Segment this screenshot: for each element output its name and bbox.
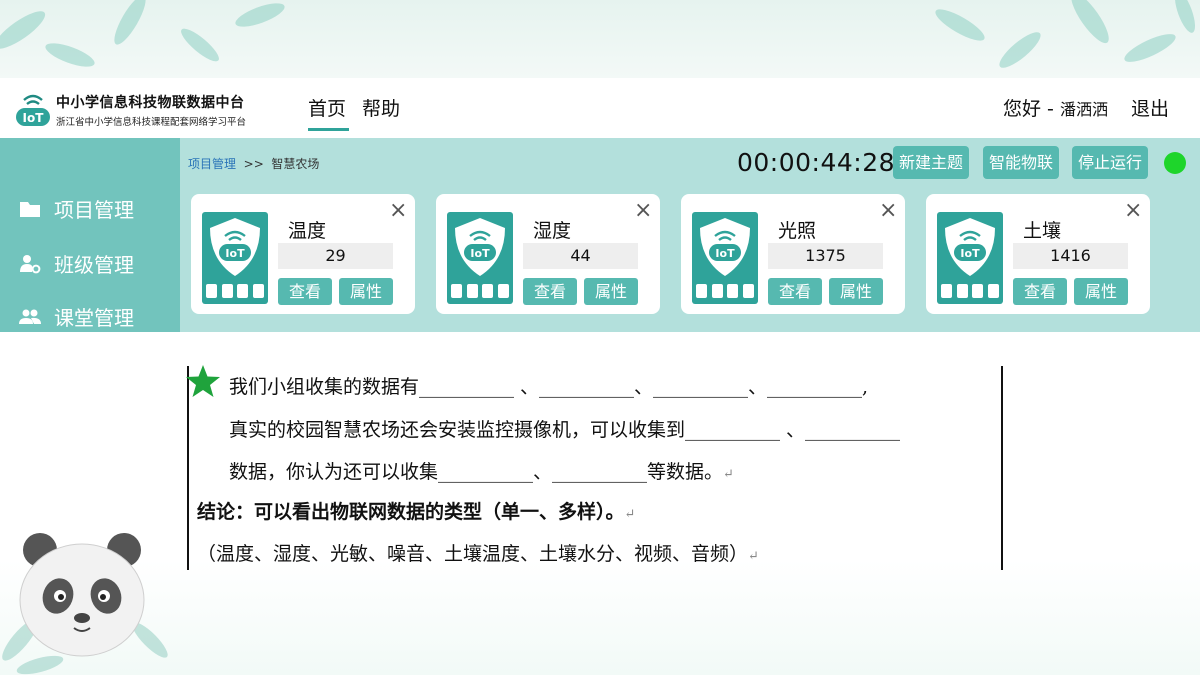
sidebar-item-classes[interactable]: 班级管理 — [18, 249, 134, 278]
svg-text:IoT: IoT — [715, 247, 735, 260]
view-button[interactable]: 查看 — [523, 278, 577, 305]
top-header: IoT 中小学信息科技物联数据中台 浙江省中小学信息科技课程配套网络学习平台 首… — [0, 78, 1200, 138]
iot-shield-icon: IoT — [455, 218, 505, 276]
worksheet-data-list: （温度、湿度、光敏、噪音、土壤温度、土壤水分、视频、音频）↵ — [197, 539, 759, 566]
leaves-decoration-icon — [0, 0, 1195, 68]
sidebar-item-label: 班级管理 — [54, 253, 134, 277]
sensor-value: 1375 — [768, 243, 883, 269]
worksheet-line-3-text: 数据，你认为还可以收集__________、__________等数据。 — [229, 461, 724, 483]
conclusion-text: 结论：可以看出物联网数据的类型（单一、多样）。 — [197, 501, 625, 523]
sensor-type-icons — [941, 284, 999, 300]
platform-subtitle: 浙江省中小学信息科技课程配套网络学习平台 — [56, 117, 247, 128]
close-icon[interactable]: × — [389, 198, 407, 223]
project-panel: 项目管理 >> 智慧农场 00:00:44:28 新建主题 智能物联 停止运行 … — [180, 138, 1200, 332]
iot-shield-icon: IoT — [945, 218, 995, 276]
sensor-device-icon: IoT — [202, 212, 268, 304]
close-icon[interactable]: × — [634, 198, 652, 223]
properties-button[interactable]: 属性 — [829, 278, 883, 305]
panda-illustration-icon — [2, 533, 168, 675]
iot-logo-icon: IoT — [16, 94, 50, 126]
running-status-indicator — [1164, 152, 1186, 174]
sensor-value: 29 — [278, 243, 393, 269]
smart-iot-button[interactable]: 智能物联 — [983, 146, 1060, 179]
worksheet-conclusion: 结论：可以看出物联网数据的类型（单一、多样）。↵ — [197, 497, 635, 524]
view-button[interactable]: 查看 — [1013, 278, 1067, 305]
sidebar-item-label: 课堂管理 — [54, 306, 134, 330]
sensor-type-icons — [206, 284, 264, 300]
worksheet-line-3: 数据，你认为还可以收集__________、__________等数据。↵ — [229, 457, 734, 484]
platform-title: 中小学信息科技物联数据中台 — [56, 95, 245, 111]
sensor-device-icon: IoT — [692, 212, 758, 304]
worksheet-line-2: 真实的校园智慧农场还会安装监控摄像机，可以收集到__________ 、____… — [229, 419, 901, 441]
breadcrumb-current: 智慧农场 — [271, 157, 320, 171]
user-name: 潘洒洒 — [1059, 100, 1108, 119]
greeting-text: 您好 - — [1003, 98, 1054, 120]
bottom-decoration — [0, 560, 1200, 675]
sidebar-item-projects[interactable]: 项目管理 — [18, 194, 134, 223]
close-icon[interactable]: × — [1124, 198, 1142, 223]
paragraph-mark: ↵ — [723, 467, 734, 482]
close-icon[interactable]: × — [879, 198, 897, 223]
star-icon — [186, 365, 220, 397]
logout-link[interactable]: 退出 — [1131, 94, 1169, 121]
sensor-name: 土壤 — [1023, 220, 1062, 242]
sensor-value: 44 — [523, 243, 638, 269]
svg-text:IoT: IoT — [470, 247, 490, 260]
users-icon — [19, 309, 41, 324]
sensor-card-temperature: IoT 温度 × 29 查看 属性 — [191, 194, 415, 314]
sidebar-item-classroom[interactable]: 课堂管理 — [18, 302, 134, 331]
sensor-card-light: IoT 光照 × 1375 查看 属性 — [681, 194, 905, 314]
elapsed-timer: 00:00:44:28 — [737, 148, 896, 177]
worksheet-document: 我们小组收集的数据有__________ 、__________、_______… — [186, 365, 1003, 570]
breadcrumb: 项目管理 >> 智慧农场 — [188, 155, 319, 172]
sensor-card-soil: IoT 土壤 × 1416 查看 属性 — [926, 194, 1150, 314]
sensor-name: 光照 — [778, 220, 817, 242]
properties-button[interactable]: 属性 — [339, 278, 393, 305]
view-button[interactable]: 查看 — [768, 278, 822, 305]
properties-button[interactable]: 属性 — [584, 278, 638, 305]
sensor-type-icons — [696, 284, 754, 300]
stop-running-button[interactable]: 停止运行 — [1072, 146, 1149, 179]
svg-text:IoT: IoT — [225, 247, 245, 260]
sensor-name: 温度 — [288, 220, 327, 242]
iot-shield-icon: IoT — [210, 218, 260, 276]
svg-text:IoT: IoT — [960, 247, 980, 260]
paragraph-mark: ↵ — [624, 507, 636, 522]
paragraph-mark: ↵ — [748, 549, 759, 564]
nav-home-link[interactable]: 首页 — [308, 94, 346, 121]
view-button[interactable]: 查看 — [278, 278, 332, 305]
folder-icon — [20, 201, 40, 217]
user-gear-icon — [20, 254, 41, 273]
breadcrumb-separator: >> — [243, 157, 264, 171]
data-list-text: （温度、湿度、光敏、噪音、土壤温度、土壤水分、视频、音频） — [197, 543, 749, 565]
sensor-type-icons — [451, 284, 509, 300]
sensor-card-humidity: IoT 湿度 × 44 查看 属性 — [436, 194, 660, 314]
worksheet-line-1: 我们小组收集的数据有__________ 、__________、_______… — [229, 376, 869, 398]
user-greeting: 您好 - 潘洒洒 — [1003, 94, 1108, 121]
sidebar-item-label: 项目管理 — [54, 198, 134, 222]
properties-button[interactable]: 属性 — [1074, 278, 1128, 305]
sensor-device-icon: IoT — [937, 212, 1003, 304]
nav-active-indicator — [308, 128, 349, 131]
iot-shield-icon: IoT — [700, 218, 750, 276]
svg-text:IoT: IoT — [23, 111, 45, 125]
top-decoration — [0, 0, 1200, 78]
sensor-value: 1416 — [1013, 243, 1128, 269]
sidebar: 项目管理 班级管理 课堂管理 — [0, 138, 180, 332]
new-topic-button[interactable]: 新建主题 — [893, 146, 970, 179]
sensor-name: 湿度 — [533, 220, 572, 242]
breadcrumb-root-link[interactable]: 项目管理 — [188, 157, 236, 171]
nav-help-link[interactable]: 帮助 — [362, 94, 400, 121]
sensor-device-icon: IoT — [447, 212, 513, 304]
